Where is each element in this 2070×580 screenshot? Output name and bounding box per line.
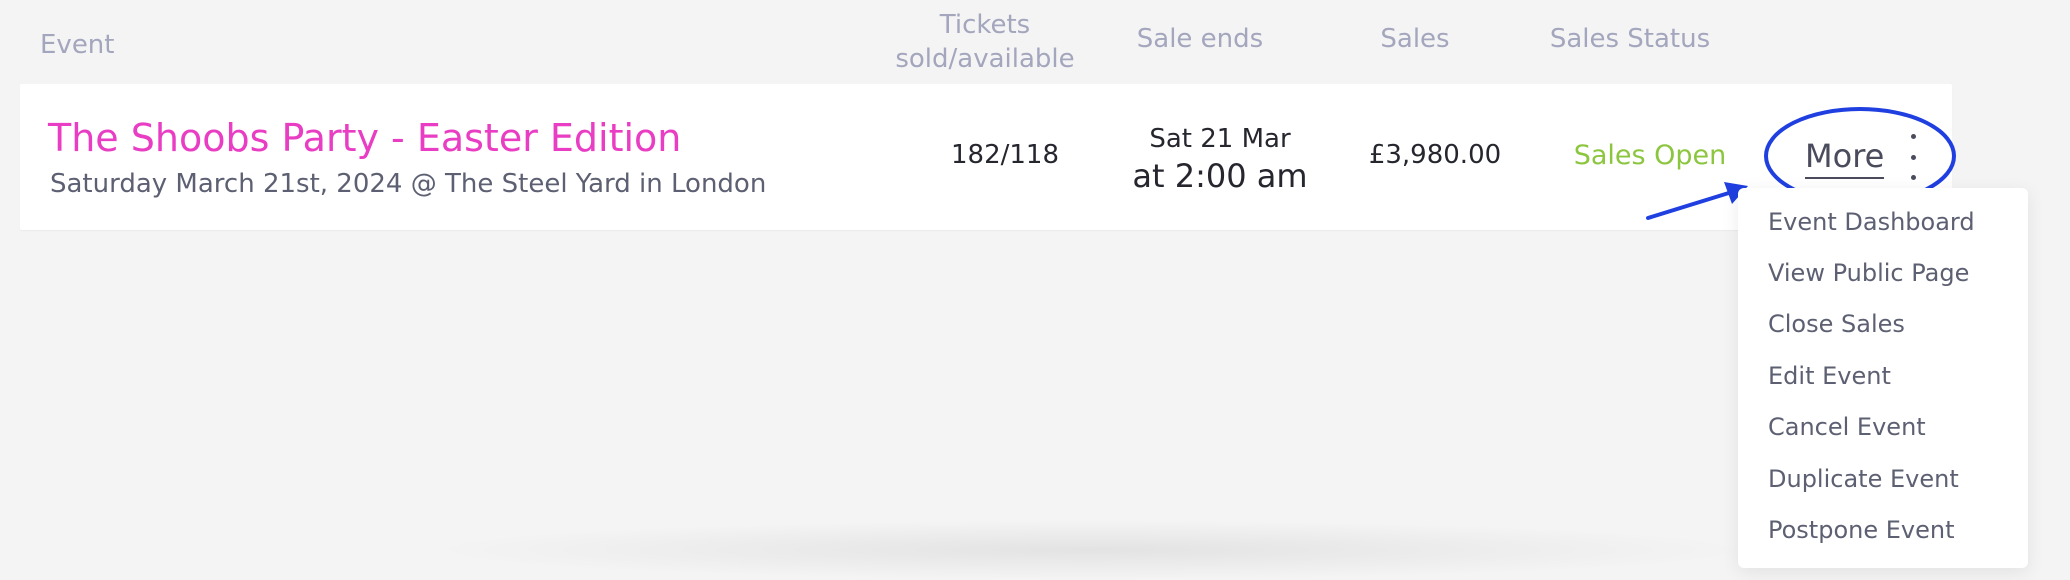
sales-amount: £3,980.00: [1368, 140, 1502, 170]
menu-item-postpone-event[interactable]: Postpone Event: [1768, 514, 1955, 546]
more-button[interactable]: More: [1805, 136, 1885, 179]
event-title-link[interactable]: The Shoobs Party - Easter Edition: [48, 116, 681, 160]
header-sales: Sales: [1380, 24, 1450, 54]
background-shadow: [420, 520, 1760, 580]
header-sale-ends: Sale ends: [1136, 24, 1264, 54]
more-dropdown-menu: Event Dashboard View Public Page Close S…: [1738, 188, 2028, 568]
table-row: The Shoobs Party - Easter Edition Saturd…: [20, 84, 1956, 230]
menu-item-edit-event[interactable]: Edit Event: [1768, 360, 1891, 392]
menu-item-view-public-page[interactable]: View Public Page: [1768, 257, 1969, 289]
tickets-sold-available: 182/118: [950, 140, 1059, 170]
sale-ends: Sat 21 Mar at 2:00 am: [1110, 122, 1330, 196]
event-subtitle: Saturday March 21st, 2024 @ The Steel Ya…: [50, 169, 767, 199]
vertical-ellipsis-icon[interactable]: [1903, 134, 1923, 180]
status-badge: Sales Open: [1573, 140, 1727, 171]
header-tickets: Tickets sold/available: [890, 8, 1080, 76]
menu-item-close-sales[interactable]: Close Sales: [1768, 308, 1905, 340]
header-tickets-line1: Tickets: [939, 10, 1031, 40]
sale-ends-date: Sat 21 Mar: [1149, 124, 1291, 154]
menu-item-event-dashboard[interactable]: Event Dashboard: [1768, 206, 1975, 238]
menu-item-duplicate-event[interactable]: Duplicate Event: [1768, 463, 1959, 495]
header-sales-status: Sales Status: [1549, 24, 1711, 54]
sale-ends-time: at 2:00 am: [1132, 157, 1308, 195]
header-tickets-line2: sold/available: [895, 44, 1075, 74]
menu-item-cancel-event[interactable]: Cancel Event: [1768, 411, 1926, 443]
header-event: Event: [40, 30, 115, 60]
